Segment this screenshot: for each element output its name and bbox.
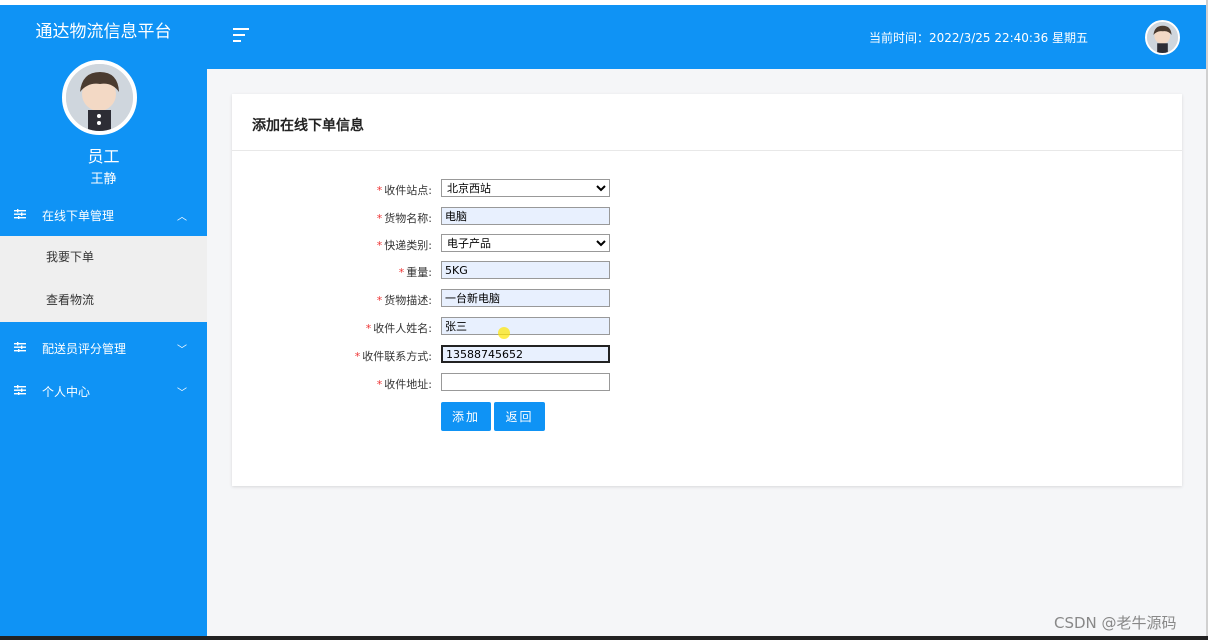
top-header: 当前时间：2022/3/25 22:40:36 星期五	[207, 5, 1206, 69]
list-icon	[14, 384, 26, 398]
menu-group-label: 在线下单管理	[42, 208, 115, 223]
form-row-address: * 收件地址:	[232, 373, 1182, 393]
watermark: CSDN @老牛源码	[1054, 614, 1177, 632]
recipient-name-input[interactable]	[441, 317, 610, 335]
menu-toggle-icon[interactable]	[233, 28, 249, 46]
menu-item-view-logistics[interactable]: 查看物流	[0, 279, 207, 322]
add-button[interactable]: 添加	[441, 402, 491, 431]
chevron-down-icon: ﹀	[177, 387, 187, 399]
field-label: * 收件地址:	[376, 378, 432, 391]
avatar-image	[1147, 22, 1178, 53]
user-role: 员工	[87, 147, 120, 166]
submenu-online-order: 我要下单 查看物流	[0, 236, 207, 322]
mouse-cursor-highlight	[498, 327, 510, 339]
menu-group-label: 配送员评分管理	[42, 341, 127, 356]
field-label: * 收件站点:	[376, 184, 432, 197]
form-row-station: * 收件站点: 北京西站	[232, 179, 1182, 199]
chevron-up-icon: ︿	[177, 211, 187, 223]
recipient-phone-input[interactable]	[441, 345, 610, 363]
description-input[interactable]	[441, 289, 610, 307]
menu-group-label: 个人中心	[42, 384, 91, 399]
menu-group-online-order[interactable]: 在线下单管理 ︿	[0, 195, 207, 235]
address-input[interactable]	[441, 373, 610, 391]
window-bottom-border	[0, 636, 1208, 640]
form-row-recipient-phone: * 收件联系方式:	[232, 345, 1182, 365]
form-row-recipient-name: * 收件人姓名:	[232, 317, 1182, 337]
field-label: * 重量:	[398, 266, 432, 279]
express-type-select[interactable]: 电子产品	[441, 234, 610, 252]
form-row-goods-name: * 货物名称:	[232, 207, 1182, 227]
header-avatar[interactable]	[1145, 20, 1180, 55]
form-card: 添加在线下单信息 *收件站点: 北京西站 *货物名称: *快递类别: 电子产品 …	[232, 94, 1182, 486]
app-title: 通达物流信息平台	[35, 22, 172, 42]
station-select[interactable]: 北京西站	[441, 179, 610, 197]
form-row-express-type: * 快递类别: 电子产品	[232, 234, 1182, 254]
list-icon	[14, 208, 26, 222]
chevron-down-icon: ﹀	[177, 344, 187, 356]
page-title: 添加在线下单信息	[252, 118, 364, 134]
field-label: * 收件人姓名:	[365, 322, 432, 335]
back-button[interactable]: 返回	[494, 402, 545, 431]
field-label: * 货物描述:	[376, 294, 432, 307]
field-label: * 快递类别:	[376, 239, 432, 252]
menu-item-place-order[interactable]: 我要下单	[0, 236, 207, 279]
avatar[interactable]	[62, 60, 137, 135]
form-row-description: * 货物描述:	[232, 289, 1182, 309]
weight-input[interactable]	[441, 261, 610, 279]
divider	[232, 150, 1182, 151]
list-icon	[14, 341, 26, 355]
current-time: 当前时间：2022/3/25 22:40:36 星期五	[869, 31, 1089, 45]
menu-group-personal-center[interactable]: 个人中心 ﹀	[0, 371, 207, 411]
form-row-weight: * 重量:	[232, 261, 1182, 281]
field-label: * 收件联系方式:	[354, 350, 432, 363]
menu-group-courier-rating[interactable]: 配送员评分管理 ﹀	[0, 328, 207, 368]
user-name: 王静	[90, 172, 117, 187]
goods-name-input[interactable]	[441, 207, 610, 225]
field-label: * 货物名称:	[376, 212, 432, 225]
avatar-image	[66, 64, 133, 131]
